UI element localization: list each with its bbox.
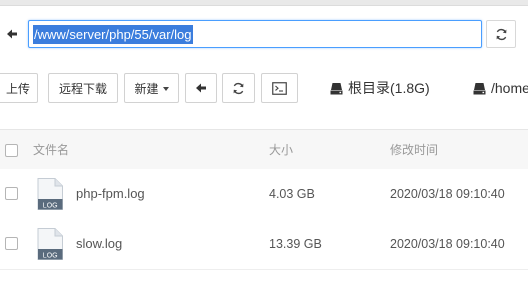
caret-down-icon (162, 86, 169, 91)
file-size: 13.39 GB (269, 237, 322, 251)
select-all-checkbox[interactable] (5, 144, 18, 157)
hard-drive-icon (473, 82, 486, 94)
file-table-header: 文件名 大小 修改时间 (0, 129, 528, 171)
table-row[interactable]: LOG php-fpm.log 4.03 GB 2020/03/18 09:10… (0, 169, 528, 220)
disk-home-label: /home (491, 80, 528, 96)
row-checkbox[interactable] (5, 237, 18, 250)
log-file-icon-label: LOG (43, 252, 58, 259)
disk-home[interactable]: /home (473, 73, 528, 103)
window-top-strip (0, 0, 528, 6)
refresh-icon (496, 28, 506, 40)
disk-root-label: 根目录(1.8G) (348, 80, 430, 96)
path-back-button[interactable] (0, 20, 24, 48)
refresh-button[interactable] (222, 73, 255, 103)
remote-download-label: 远程下载 (58, 81, 107, 96)
path-text: /www/server/php/55/var/log (33, 24, 193, 44)
terminal-icon (272, 81, 287, 95)
arrow-left-icon (196, 83, 206, 93)
new-label: 新建 (134, 81, 159, 96)
terminal-button[interactable] (261, 73, 298, 103)
log-file-icon-label: LOG (43, 202, 58, 209)
new-dropdown-button[interactable]: 新建 (124, 73, 179, 103)
file-modified-time: 2020/03/18 09:10:40 (390, 237, 505, 251)
disk-root[interactable]: 根目录(1.8G) (330, 73, 430, 103)
path-refresh-button[interactable] (486, 20, 516, 48)
column-header-name[interactable]: 文件名 (33, 130, 69, 170)
file-name[interactable]: php-fpm.log (76, 169, 145, 219)
remote-download-button[interactable]: 远程下载 (48, 73, 118, 103)
arrow-left-icon (7, 29, 17, 39)
file-name[interactable]: slow.log (76, 219, 122, 269)
column-header-modified[interactable]: 修改时间 (390, 130, 438, 170)
go-back-button[interactable] (185, 73, 217, 103)
file-modified-time: 2020/03/18 09:10:40 (390, 187, 505, 201)
table-row[interactable]: LOG slow.log 13.39 GB 2020/03/18 09:10:4… (0, 219, 528, 270)
log-file-icon: LOG (37, 228, 63, 260)
column-header-size[interactable]: 大小 (269, 130, 293, 170)
row-checkbox[interactable] (5, 187, 18, 200)
refresh-icon (233, 82, 244, 94)
path-input[interactable]: /www/server/php/55/var/log (28, 20, 482, 48)
upload-button[interactable]: 上传 (0, 73, 38, 103)
log-file-icon: LOG (37, 178, 63, 210)
upload-label: 上传 (5, 81, 30, 96)
hard-drive-icon (330, 82, 343, 94)
file-size: 4.03 GB (269, 187, 315, 201)
